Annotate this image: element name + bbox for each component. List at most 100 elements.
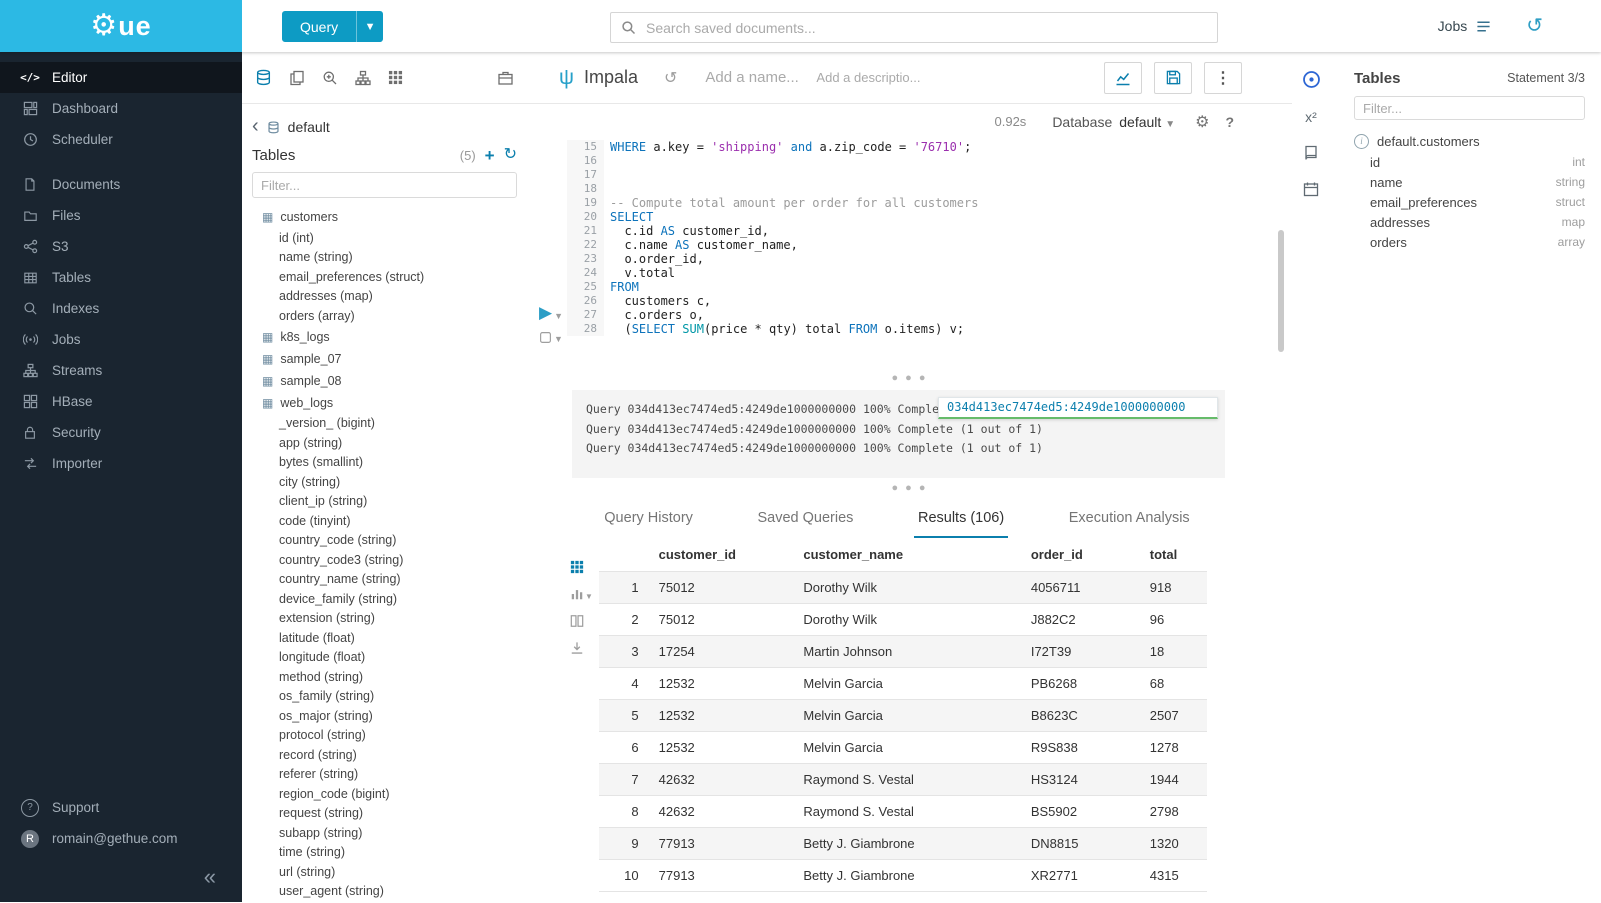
tree-item[interactable]: region_code (bigint) bbox=[252, 784, 517, 804]
table-row[interactable]: 3 17254 Martin Johnson I72T39 18 bbox=[599, 636, 1207, 668]
active-table-reference[interactable]: i default.customers bbox=[1354, 130, 1585, 152]
collapse-sidebar-button[interactable]: « bbox=[204, 864, 216, 890]
assist-search-plus-icon[interactable] bbox=[322, 70, 338, 86]
tree-item[interactable]: os_major (string) bbox=[252, 706, 517, 726]
assist-databases-icon[interactable] bbox=[255, 69, 272, 86]
results-resize-handle[interactable]: ● ● ● bbox=[527, 482, 1292, 494]
result-tab[interactable]: Query History bbox=[600, 500, 697, 538]
assist-sitemap-icon[interactable] bbox=[355, 70, 371, 86]
query-dropdown-caret[interactable]: ▼ bbox=[356, 11, 383, 42]
table-row[interactable]: 5 12532 Melvin Garcia B8623C 2507 bbox=[599, 700, 1207, 732]
tree-item[interactable]: extension (string) bbox=[252, 609, 517, 629]
back-chevron-icon[interactable]: ‹ bbox=[252, 116, 259, 136]
tree-item[interactable]: sample_07 bbox=[252, 348, 517, 370]
tree-item[interactable]: user_agent (string) bbox=[252, 882, 517, 902]
tree-item[interactable]: longitude (float) bbox=[252, 648, 517, 668]
tree-item[interactable]: orders (array) bbox=[252, 306, 517, 326]
sidebar-item-jobs[interactable]: Jobs bbox=[0, 324, 242, 355]
table-row[interactable]: 8 42632 Raymond S. Vestal BS5902 2798 bbox=[599, 796, 1207, 828]
tree-item[interactable]: record (string) bbox=[252, 745, 517, 765]
sidebar-item-security[interactable]: Security bbox=[0, 417, 242, 448]
statement-menu-button[interactable]: ▼ bbox=[539, 331, 563, 344]
search-input[interactable] bbox=[644, 19, 1217, 37]
column-item[interactable]: name string bbox=[1354, 172, 1585, 192]
jobs-list-icon[interactable] bbox=[1475, 19, 1492, 34]
assist-apps-icon[interactable] bbox=[388, 70, 403, 85]
tree-item[interactable]: method (string) bbox=[252, 667, 517, 687]
table-row[interactable]: 4 12532 Melvin Garcia PB6268 68 bbox=[599, 668, 1207, 700]
tree-item[interactable]: country_code (string) bbox=[252, 531, 517, 551]
tree-item[interactable]: _version_ (bigint) bbox=[252, 414, 517, 434]
refresh-tables-icon[interactable]: ↻ bbox=[504, 147, 517, 163]
tree-item[interactable]: subapp (string) bbox=[252, 823, 517, 843]
table-row[interactable]: 9 77913 Betty J. Giambrone DN8815 1320 bbox=[599, 828, 1207, 860]
tree-item[interactable]: country_code3 (string) bbox=[252, 550, 517, 570]
sidebar-item-hbase[interactable]: HBase bbox=[0, 386, 242, 417]
columns-view-icon[interactable] bbox=[570, 614, 593, 628]
sidebar-item-s3[interactable]: S3 bbox=[0, 231, 242, 262]
sidebar-item-editor[interactable]: </> Editor bbox=[0, 62, 242, 93]
sidebar-item-scheduler[interactable]: Scheduler bbox=[0, 124, 242, 155]
query-name-input[interactable] bbox=[703, 68, 802, 87]
column-header[interactable]: order_id bbox=[1021, 538, 1140, 572]
tree-item[interactable]: request (string) bbox=[252, 804, 517, 824]
tree-item[interactable]: device_family (string) bbox=[252, 589, 517, 609]
jobs-link[interactable]: Jobs bbox=[1438, 18, 1468, 34]
table-row[interactable]: 6 12532 Melvin Garcia R9S838 1278 bbox=[599, 732, 1207, 764]
support-link[interactable]: ? Support bbox=[0, 792, 242, 823]
query-history-icon[interactable]: ↺ bbox=[1526, 16, 1543, 36]
info-icon[interactable]: i bbox=[1354, 134, 1369, 149]
tree-item[interactable]: client_ip (string) bbox=[252, 492, 517, 512]
more-options-button[interactable]: ⋮ bbox=[1204, 62, 1242, 94]
column-item[interactable]: id int bbox=[1354, 152, 1585, 172]
chart-view-icon[interactable]: ▼ bbox=[570, 587, 593, 601]
tree-item[interactable]: bytes (smallint) bbox=[252, 453, 517, 473]
editor-help-icon[interactable]: ? bbox=[1225, 114, 1234, 130]
user-menu[interactable]: R romain@gethue.com bbox=[0, 823, 242, 854]
context-assist-icon[interactable] bbox=[1302, 70, 1321, 89]
sidebar-item-streams[interactable]: Streams bbox=[0, 355, 242, 386]
functions-icon[interactable]: x² bbox=[1305, 109, 1317, 125]
row-number-header[interactable] bbox=[599, 538, 649, 572]
tree-item[interactable]: code (tinyint) bbox=[252, 511, 517, 531]
tree-item[interactable]: web_logs bbox=[252, 392, 517, 414]
tree-item[interactable]: k8s_logs bbox=[252, 326, 517, 348]
tree-item[interactable]: time (string) bbox=[252, 843, 517, 863]
language-reference-icon[interactable] bbox=[1303, 145, 1319, 161]
grid-view-icon[interactable] bbox=[570, 560, 593, 574]
sidebar-item-dashboard[interactable]: Dashboard bbox=[0, 93, 242, 124]
tree-item[interactable]: os_family (string) bbox=[252, 687, 517, 707]
result-tab[interactable]: Execution Analysis bbox=[1065, 500, 1194, 538]
editor-resize-handle[interactable]: ● ● ● bbox=[527, 372, 1292, 384]
tree-item[interactable]: referer (string) bbox=[252, 765, 517, 785]
table-row[interactable]: 2 75012 Dorothy Wilk J882C2 96 bbox=[599, 604, 1207, 636]
column-item[interactable]: addresses map bbox=[1354, 212, 1585, 232]
sidebar-item-importer[interactable]: Importer bbox=[0, 448, 242, 479]
schedule-calendar-icon[interactable] bbox=[1303, 181, 1319, 197]
column-header[interactable]: total bbox=[1140, 538, 1207, 572]
tree-item[interactable]: latitude (float) bbox=[252, 628, 517, 648]
editor-scrollbar[interactable] bbox=[1278, 230, 1284, 352]
sidebar-item-indexes[interactable]: Indexes bbox=[0, 293, 242, 324]
tree-item[interactable]: addresses (map) bbox=[252, 287, 517, 307]
query-button[interactable]: Query bbox=[282, 11, 356, 42]
add-table-icon[interactable]: + bbox=[485, 147, 495, 164]
right-filter-input[interactable] bbox=[1354, 96, 1585, 120]
editor-settings-gear-icon[interactable]: ⚙ bbox=[1195, 112, 1209, 132]
code-editor[interactable]: 1516171819202122232425262728 WHERE a.key… bbox=[567, 140, 1272, 336]
download-icon[interactable] bbox=[570, 641, 593, 655]
job-id-link[interactable]: 034d413ec7474ed5:4249de1000000000 bbox=[938, 397, 1218, 419]
result-tab[interactable]: Results (106) bbox=[914, 500, 1008, 538]
tree-item[interactable]: customers bbox=[252, 206, 517, 228]
sidebar-item-tables[interactable]: Tables bbox=[0, 262, 242, 293]
sidebar-item-files[interactable]: Files bbox=[0, 200, 242, 231]
execute-options-caret-icon[interactable]: ▼ bbox=[554, 312, 563, 321]
column-item[interactable]: orders array bbox=[1354, 232, 1585, 252]
tree-item[interactable]: url (string) bbox=[252, 862, 517, 882]
column-header[interactable]: customer_id bbox=[649, 538, 794, 572]
tables-filter-input[interactable] bbox=[252, 172, 517, 198]
tree-item[interactable]: sample_08 bbox=[252, 370, 517, 392]
assist-documents-icon[interactable] bbox=[289, 70, 305, 86]
chart-button[interactable] bbox=[1104, 62, 1142, 94]
editor-history-icon[interactable]: ↺ bbox=[664, 68, 677, 88]
